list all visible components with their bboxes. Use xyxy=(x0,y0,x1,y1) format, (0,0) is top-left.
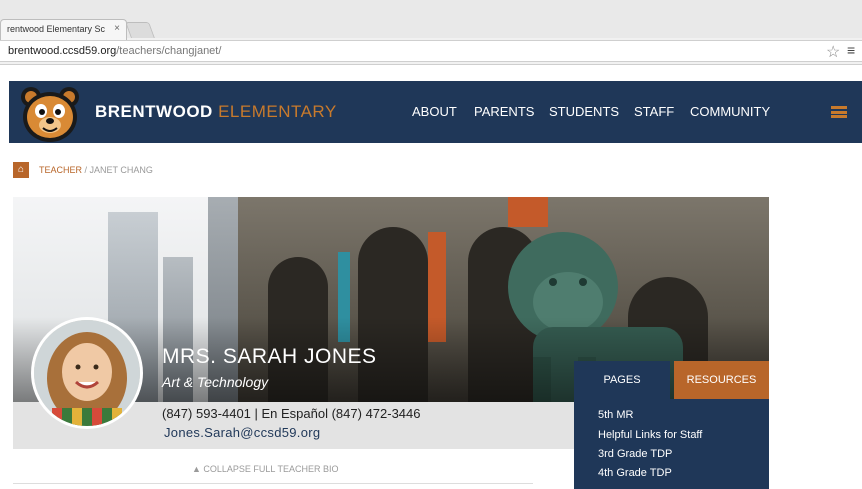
nav-about[interactable]: ABOUT xyxy=(412,104,457,119)
breadcrumb-separator: / xyxy=(82,165,90,175)
page-link-3rd-grade-tdp[interactable]: 3rd Grade TDP xyxy=(598,448,672,460)
tab-close-button[interactable]: × xyxy=(114,23,120,34)
collapse-bio-button[interactable]: ▲ COLLAPSE FULL TEACHER BIO xyxy=(192,464,338,474)
breadcrumb-current: JANET CHANG xyxy=(89,165,153,175)
brand-accent: ELEMENTARY xyxy=(218,102,337,121)
nav-staff[interactable]: STAFF xyxy=(634,104,674,119)
breadcrumb: TEACHER / JANET CHANG xyxy=(39,165,153,175)
browser-tab[interactable]: rentwood Elementary Sc × xyxy=(0,19,127,40)
teacher-subject: Art & Technology xyxy=(162,374,269,390)
tab-pages[interactable]: PAGES xyxy=(574,361,670,399)
tab-resources[interactable]: RESOURCES xyxy=(674,361,769,399)
tab-title: rentwood Elementary Sc xyxy=(7,24,106,34)
star-icon[interactable]: ☆ xyxy=(826,42,840,62)
divider xyxy=(13,483,533,484)
url-text[interactable]: brentwood.ccsd59.org/teachers/changjanet… xyxy=(8,45,221,57)
site-brand[interactable]: BRENTWOOD ELEMENTARY xyxy=(95,102,337,122)
page-link-5th-mr[interactable]: 5th MR xyxy=(598,409,633,421)
avatar-photo xyxy=(34,320,140,426)
nav-community[interactable]: COMMUNITY xyxy=(690,104,770,119)
new-tab-button[interactable] xyxy=(125,22,155,38)
browser-chrome: rentwood Elementary Sc × brentwood.ccsd5… xyxy=(0,0,862,65)
nav-parents[interactable]: PARENTS xyxy=(474,104,534,119)
teacher-name: MRS. SARAH JONES xyxy=(162,345,377,368)
bear-logo-icon[interactable] xyxy=(19,85,81,145)
address-bar[interactable]: brentwood.ccsd59.org/teachers/changjanet… xyxy=(0,40,862,62)
url-path: /teachers/changjanet/ xyxy=(116,45,222,57)
avatar xyxy=(31,317,143,429)
home-icon[interactable]: ⌂ xyxy=(13,162,29,178)
page-link-4th-grade-tdp[interactable]: 4th Grade TDP xyxy=(598,467,672,479)
site-header: BRENTWOOD ELEMENTARY ABOUT PARENTS STUDE… xyxy=(9,81,862,143)
brand-primary: BRENTWOOD xyxy=(95,102,213,121)
hamburger-icon[interactable] xyxy=(831,106,847,118)
browser-menu-icon[interactable]: ≡ xyxy=(847,42,855,58)
page-link-helpful-links[interactable]: Helpful Links for Staff xyxy=(598,429,702,441)
tab-bar: rentwood Elementary Sc × xyxy=(0,0,862,40)
teacher-phone: (847) 593-4401 | En Español (847) 472-34… xyxy=(162,406,421,421)
teacher-email-link[interactable]: Jones.Sarah@ccsd59.org xyxy=(164,425,320,440)
nav-students[interactable]: STUDENTS xyxy=(549,104,619,119)
breadcrumb-teacher-link[interactable]: TEACHER xyxy=(39,165,82,175)
url-host: brentwood.ccsd59.org xyxy=(8,45,117,57)
